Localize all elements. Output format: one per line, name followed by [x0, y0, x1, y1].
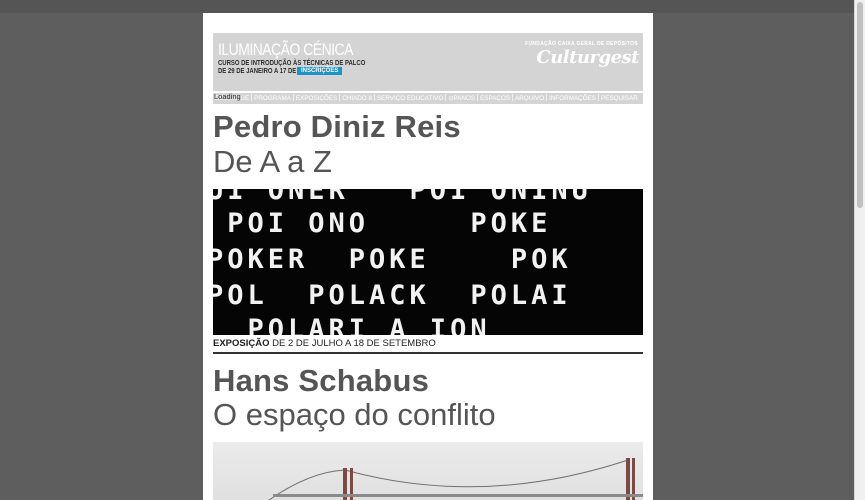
exhibition-artist[interactable]: Pedro Diniz Reis	[213, 109, 461, 145]
artwork-row: POLARI A ION	[213, 314, 491, 336]
separator	[213, 101, 643, 104]
exhibition-artist[interactable]: Hans Schabus	[213, 363, 429, 399]
artwork-row: POKER POKE POK	[213, 244, 572, 275]
promo-banner[interactable]: ILUMINAÇÃO CÉNICA CURSO DE INTRODUÇÃO ÀS…	[213, 33, 643, 91]
browser-top-strip	[0, 0, 865, 13]
artwork-row: UI ONER POI ONINU	[213, 189, 592, 206]
loading-text: Loading	[214, 92, 241, 101]
exhibition-caption: EXPOSIÇÃO DE 2 DE JULHO A 18 DE SETEMBRO	[213, 338, 436, 349]
exhibition-title[interactable]: De A a Z	[213, 144, 332, 180]
exhibition-artwork-image[interactable]: UI ONER POI ONINU POI ONO POKE POKER POK…	[213, 189, 643, 335]
exhibition-photo[interactable]	[213, 442, 643, 500]
page-content: ILUMINAÇÃO CÉNICA CURSO DE INTRODUÇÃO ÀS…	[203, 13, 653, 500]
culturgest-logo[interactable]: Culturgest	[536, 47, 639, 68]
scrollbar-thumb[interactable]	[857, 2, 863, 208]
bridge-illustration	[268, 458, 643, 500]
artwork-row: POL POLACK POLAI	[213, 280, 572, 311]
artwork-row: POI ONO POKE	[213, 208, 552, 239]
vertical-scrollbar[interactable]	[854, 0, 865, 500]
caption-type: EXPOSIÇÃO	[213, 338, 270, 349]
inscricoes-button[interactable]: INSCRIÇÕES	[297, 67, 343, 75]
banner-title: ILUMINAÇÃO CÉNICA	[218, 40, 353, 59]
separator	[213, 352, 643, 354]
exhibition-title[interactable]: O espaço do conflito	[213, 397, 496, 433]
caption-dates: DE 2 DE JULHO A 18 DE SETEMBRO	[269, 338, 436, 349]
banner-subtitle: CURSO DE INTRODUÇÃO ÀS TÉCNICAS DE PALCO	[218, 60, 366, 67]
